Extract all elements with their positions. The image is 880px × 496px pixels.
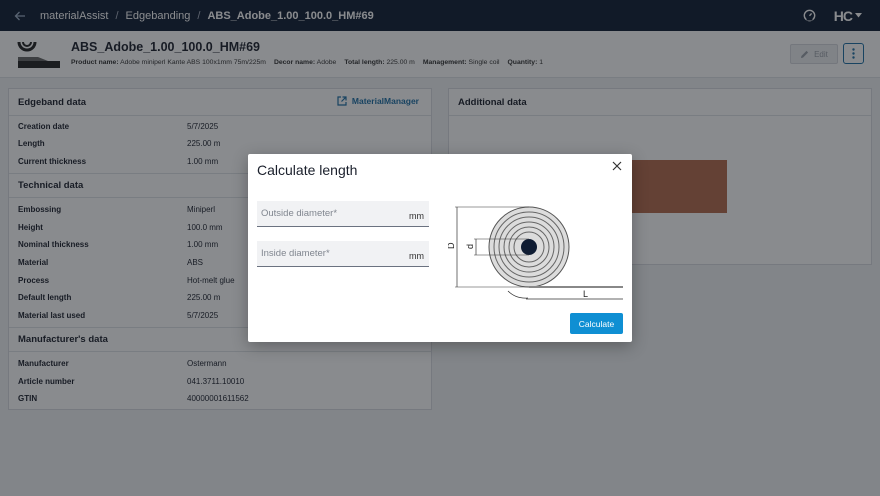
diagram-label-outer: D: [448, 242, 456, 249]
band-curve: [507, 290, 529, 299]
calculate-button[interactable]: Calculate: [570, 313, 623, 334]
outside-diameter-field: mm: [257, 201, 429, 227]
diagram-label-inner: d: [465, 244, 475, 249]
outside-diameter-input[interactable]: [257, 201, 429, 226]
diagram-label-length: L: [583, 289, 588, 299]
inside-diameter-unit: mm: [409, 251, 424, 261]
dialog-title: Calculate length: [257, 162, 358, 178]
coil-rings: [488, 206, 570, 288]
inside-diameter-field: mm: [257, 241, 429, 267]
calculate-length-dialog: Calculate length mm mm D d L Calculate: [248, 154, 632, 342]
outside-diameter-unit: mm: [409, 211, 424, 221]
close-icon[interactable]: [612, 161, 622, 171]
coil-diagram: D d L: [448, 206, 623, 300]
inside-diameter-input[interactable]: [257, 241, 429, 266]
